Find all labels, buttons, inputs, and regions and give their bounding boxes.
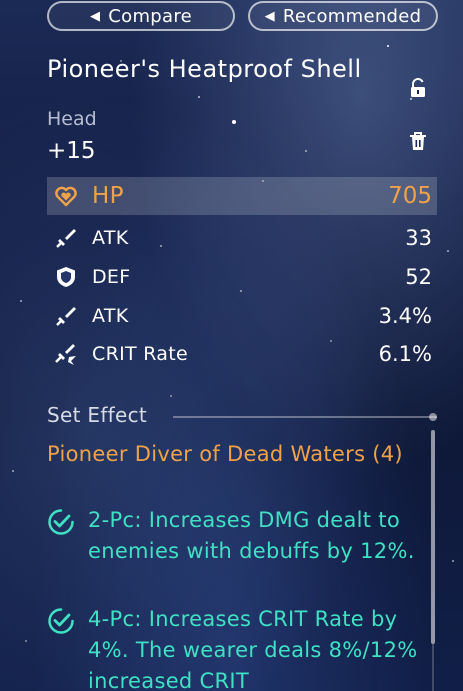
sub-stat-value: 52 bbox=[405, 265, 432, 289]
trash-icon[interactable] bbox=[406, 129, 430, 153]
recommended-button[interactable]: ◀ Recommended bbox=[248, 1, 438, 31]
main-stat-row: HP 705 bbox=[47, 177, 437, 215]
scrollbar-thumb[interactable] bbox=[431, 430, 435, 644]
top-button-bar: ◀ Compare ◀ Recommended bbox=[47, 0, 439, 31]
sub-stat-name: CRIT Rate bbox=[92, 343, 188, 365]
check-circle-icon bbox=[47, 508, 75, 536]
set-name: Pioneer Diver of Dead Waters (4) bbox=[47, 442, 403, 466]
sub-stat-row: ATK 33 bbox=[47, 220, 437, 256]
main-stat-value: 705 bbox=[388, 183, 432, 209]
set-effect-item: 4-Pc: Increases CRIT Rate by 4%. The wea… bbox=[47, 604, 427, 691]
arrow-left-icon: ◀ bbox=[89, 8, 101, 24]
crit-icon bbox=[54, 342, 78, 366]
sub-stat-value: 3.4% bbox=[378, 304, 432, 328]
sub-stat-value: 6.1% bbox=[378, 342, 432, 366]
sub-stat-row: DEF 52 bbox=[47, 259, 437, 295]
heart-icon bbox=[54, 184, 78, 208]
sub-stat-name: DEF bbox=[92, 266, 131, 288]
set-effect-item: 2-Pc: Increases DMG dealt to enemies wit… bbox=[47, 505, 427, 567]
sub-stat-row: ATK 3.4% bbox=[47, 298, 437, 334]
recommended-label: Recommended bbox=[282, 5, 422, 27]
compare-label: Compare bbox=[108, 5, 193, 27]
sub-stat-value: 33 bbox=[405, 226, 432, 250]
lock-icon[interactable] bbox=[406, 76, 430, 100]
main-stat-name: HP bbox=[92, 183, 124, 209]
set-effect-text: 4-Pc: Increases CRIT Rate by 4%. The wea… bbox=[88, 607, 418, 691]
set-effect-text: 2-Pc: Increases DMG dealt to enemies wit… bbox=[88, 508, 415, 563]
check-circle-icon bbox=[47, 607, 75, 635]
divider bbox=[173, 416, 437, 418]
sword-icon bbox=[54, 304, 78, 328]
sub-stat-row: CRIT Rate 6.1% bbox=[47, 336, 437, 372]
relic-slot: Head bbox=[47, 108, 97, 130]
relic-level: +15 bbox=[47, 138, 96, 164]
relic-name: Pioneer's Heatproof Shell bbox=[47, 55, 362, 83]
set-effect-label: Set Effect bbox=[47, 403, 148, 427]
sword-icon bbox=[54, 226, 78, 250]
divider-dot bbox=[429, 413, 437, 421]
compare-button[interactable]: ◀ Compare bbox=[47, 1, 235, 31]
sub-stat-name: ATK bbox=[92, 227, 129, 249]
sub-stat-name: ATK bbox=[92, 305, 129, 327]
shield-icon bbox=[54, 265, 78, 289]
arrow-left-icon: ◀ bbox=[264, 8, 275, 24]
scrollbar-track[interactable] bbox=[432, 644, 434, 691]
set-effect-header: Set Effect bbox=[47, 403, 437, 429]
